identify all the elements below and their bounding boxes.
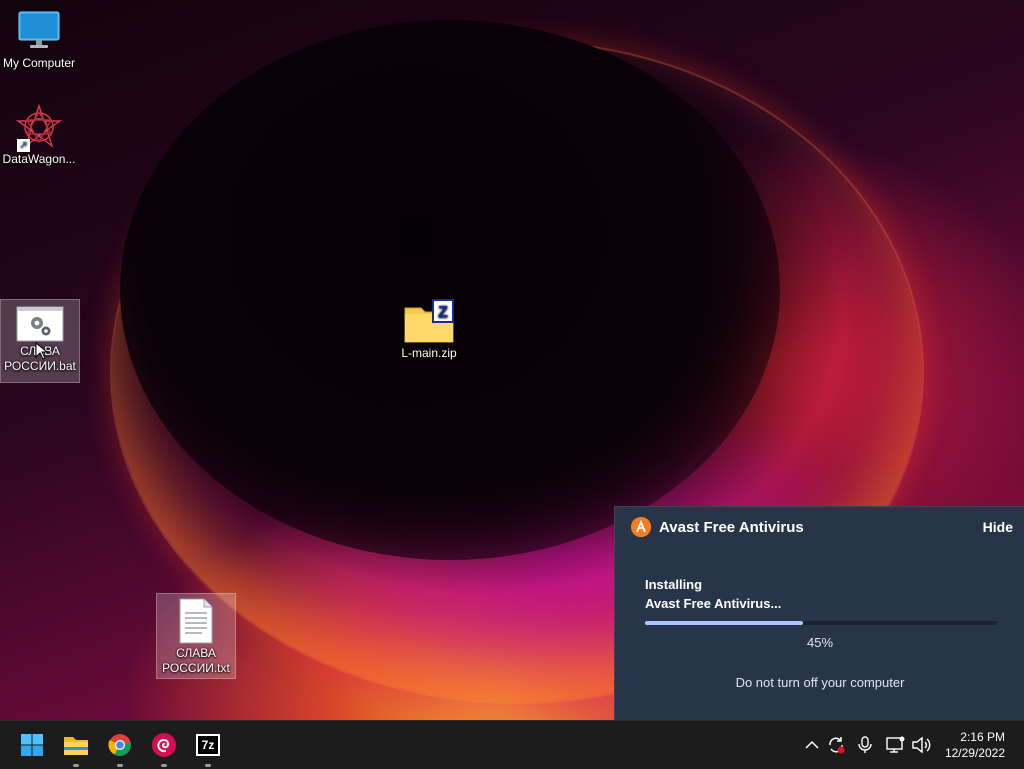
- text-file-icon: [178, 598, 214, 644]
- tray-sync-button[interactable]: [826, 735, 846, 755]
- start-button[interactable]: [16, 729, 48, 761]
- show-hidden-icons-button[interactable]: [802, 735, 822, 755]
- taskbar-clock[interactable]: 2:16 PM 12/29/2022: [945, 729, 1005, 761]
- svg-text:Z: Z: [438, 304, 448, 321]
- network-icon: [886, 736, 905, 753]
- tray-network-button[interactable]: [886, 735, 906, 755]
- desktop-icon-label-line2: РОССИИ.txt: [162, 661, 230, 675]
- avast-install-popup: Avast Free Antivirus Hide Installing Ava…: [614, 506, 1024, 721]
- running-indicator: [117, 764, 123, 767]
- avast-logo-icon: [631, 517, 651, 537]
- desktop-icon-label: DataWagon...: [2, 152, 76, 166]
- desktop-icon-my-computer[interactable]: My Computer: [0, 4, 78, 71]
- tray-microphone-button[interactable]: [855, 735, 875, 755]
- shortcut-arrow-icon: ↗: [17, 139, 30, 152]
- taskbar: 7z 2:16 PM 12/29/2022: [0, 720, 1024, 769]
- folder-icon: [64, 737, 88, 755]
- install-progress-bar: [645, 621, 997, 625]
- clock-date: 12/29/2022: [944, 746, 1005, 760]
- speaker-icon: [912, 736, 931, 754]
- running-indicator: [205, 764, 211, 767]
- debian-swirl-icon: [152, 733, 176, 757]
- zip-folder-icon: Z: [403, 298, 455, 344]
- clock-time: 2:16 PM: [960, 730, 1005, 744]
- popup-title: Avast Free Antivirus: [659, 519, 804, 536]
- chrome-icon: [108, 734, 131, 756]
- batch-file-gear-icon: [16, 306, 64, 342]
- running-indicator: [161, 764, 167, 767]
- taskbar-file-explorer[interactable]: [60, 729, 92, 767]
- tray-volume-button[interactable]: [911, 735, 931, 755]
- desktop-icon-l-main-zip[interactable]: Z L-main.zip: [390, 294, 468, 361]
- status-line-1: Installing: [645, 577, 703, 592]
- desktop-icon-slava-txt[interactable]: СЛАВА РОССИИ.txt: [156, 593, 236, 679]
- running-indicator: [73, 764, 79, 767]
- 7zip-icon-label: 7z: [198, 736, 218, 754]
- desktop-icon-slava-bat[interactable]: СЛАВА РОССИИ.bat: [0, 299, 80, 383]
- mouse-cursor-icon: [35, 342, 49, 360]
- datawagon-star-icon: ↗: [15, 103, 63, 152]
- install-progress-fill: [645, 621, 804, 625]
- chevron-up-icon: [805, 740, 819, 749]
- taskbar-chrome[interactable]: [104, 729, 136, 767]
- status-line-2: Avast Free Antivirus...: [645, 596, 782, 611]
- sync-alert-icon: [829, 737, 845, 754]
- windows-icon: [21, 734, 43, 756]
- desktop-icon-label-line2: РОССИИ.bat: [4, 359, 76, 373]
- monitor-icon: [18, 10, 60, 54]
- install-status: Installing Avast Free Antivirus...: [645, 575, 781, 613]
- progress-percent: 45%: [806, 635, 834, 650]
- desktop-icon-label-line1: СЛАВА: [176, 646, 216, 660]
- hide-button[interactable]: Hide: [983, 519, 1013, 535]
- desktop-icon-label: L-main.zip: [401, 346, 457, 360]
- desktop-icon-datawagon-shortcut[interactable]: ↗ DataWagon...: [0, 102, 78, 167]
- warning-note: Do not turn off your computer: [735, 675, 905, 690]
- taskbar-7zip[interactable]: 7z: [192, 729, 224, 767]
- taskbar-debian[interactable]: [148, 729, 180, 767]
- wallpaper-core: [120, 20, 780, 560]
- desktop-icon-label: My Computer: [2, 56, 76, 70]
- 7zip-icon: 7z: [196, 734, 220, 756]
- microphone-icon: [858, 736, 872, 753]
